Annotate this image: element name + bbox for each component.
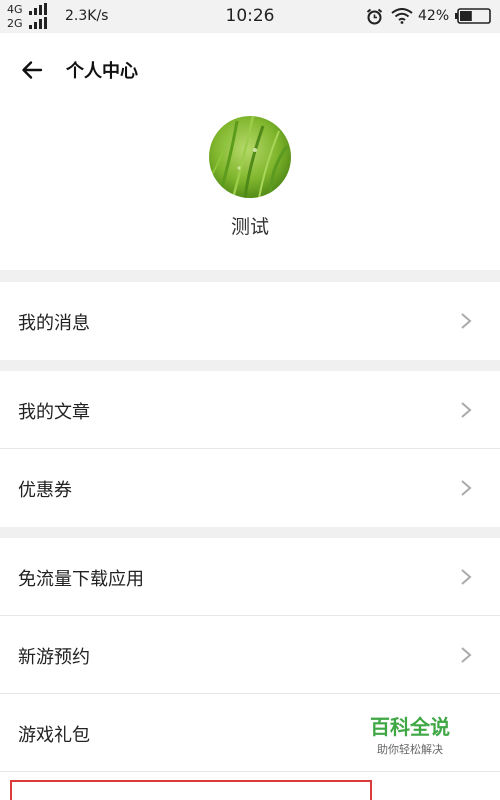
avatar[interactable] (209, 116, 291, 198)
watermark-logo: 百科全说 助你轻松解决 (360, 715, 460, 757)
grass-photo-icon (209, 116, 291, 198)
wifi-icon (391, 8, 413, 24)
highlight-box (10, 780, 372, 800)
section-divider (0, 526, 500, 538)
menu-item-label: 我的文章 (18, 402, 90, 423)
chevron-right-icon (461, 647, 472, 663)
menu-item-coupons[interactable]: 优惠券 (0, 449, 500, 527)
menu-item-my-articles[interactable]: 我的文章 (0, 371, 500, 449)
menu-item-label: 优惠券 (18, 480, 72, 501)
page-header: 个人中心 (0, 33, 500, 108)
arrow-left-icon[interactable] (20, 58, 44, 82)
watermark-subtitle: 助你轻松解决 (377, 743, 443, 756)
chevron-right-icon (461, 480, 472, 496)
chevron-right-icon (461, 569, 472, 585)
chevron-right-icon (461, 313, 472, 329)
row-divider (0, 771, 500, 772)
username: 测试 (230, 216, 269, 238)
status-bar: 4G 2G 2.3K/s 10:26 42% (0, 0, 500, 33)
menu-item-label: 免流量下载应用 (18, 569, 144, 590)
section-divider (0, 270, 500, 282)
battery-icon (455, 8, 491, 24)
battery-percent: 42% (418, 8, 450, 24)
menu-item-my-messages[interactable]: 我的消息 (0, 282, 500, 360)
menu-item-label: 我的消息 (18, 313, 90, 334)
menu-item-label: 新游预约 (18, 647, 90, 668)
section-divider (0, 359, 500, 371)
page-title: 个人中心 (66, 61, 138, 82)
alarm-clock-icon (366, 8, 383, 25)
menu-item-label: 游戏礼包 (18, 725, 90, 746)
chevron-right-icon (461, 402, 472, 418)
watermark-title: 百科全说 (370, 715, 450, 739)
menu-item-free-download-apps[interactable]: 免流量下载应用 (0, 538, 500, 616)
menu-item-new-game-reservation[interactable]: 新游预约 (0, 616, 500, 694)
